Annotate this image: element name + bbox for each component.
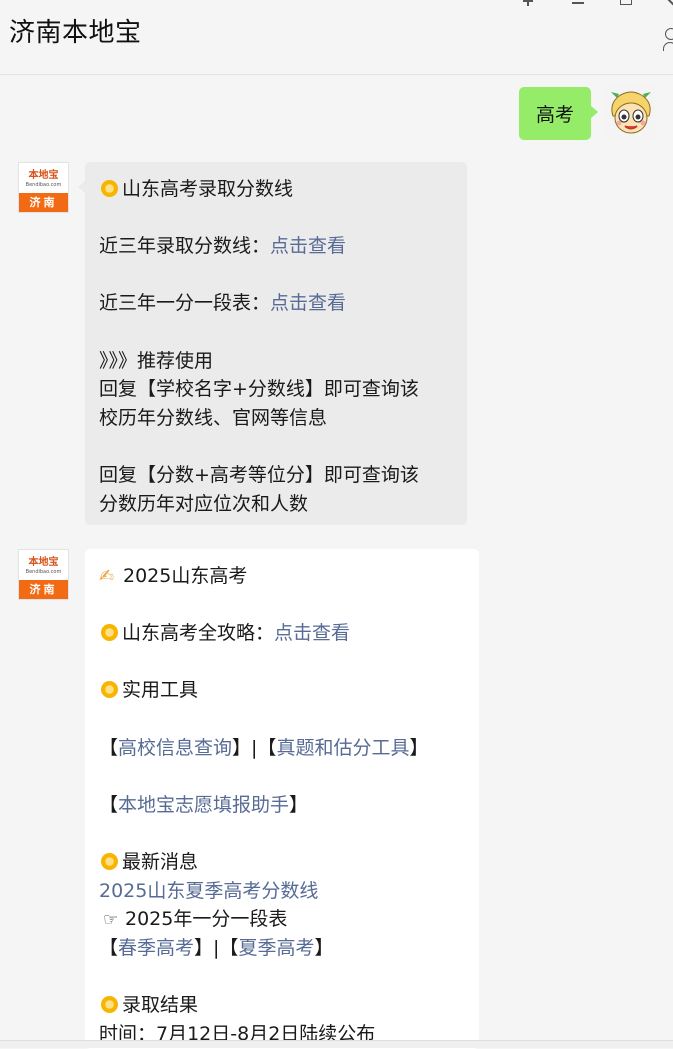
reply-message-1[interactable]: 山东高考录取分数线 近三年录取分数线：点击查看 近三年一分一段表：点击查看 》》…	[78, 162, 467, 525]
message1-ranking-line: 近三年一分一段表：点击查看	[99, 292, 347, 315]
message1-heading: 山东高考录取分数线	[99, 175, 453, 204]
message2-tools-heading: 实用工具	[99, 676, 465, 705]
chat-header: 济南本地宝	[0, 0, 673, 75]
sun-icon	[101, 995, 118, 1013]
chat-title: 济南本地宝	[9, 18, 142, 48]
cartoon-avatar-icon	[605, 86, 657, 138]
message2-season-line: 【春季高考】|【夏季高考】	[99, 936, 334, 959]
official-account-avatar[interactable]: 本地宝 Bendibao.com 济南	[18, 162, 69, 213]
exam-estimate-link[interactable]: 真题和估分工具	[276, 737, 409, 759]
sun-icon	[101, 852, 118, 870]
message2-heading: ✍ 2025山东高考	[99, 562, 465, 591]
logo-city-text: 济南	[19, 580, 68, 599]
message2-tools-line: 【高校信息查询】|【真题和估分工具】	[99, 736, 429, 759]
logo-url-text: Bendibao.com	[25, 182, 62, 188]
maximize-icon[interactable]	[620, 0, 632, 5]
message1-reply1-a: 回复【学校名字+分数线】即可查询该	[99, 378, 419, 401]
user-message-bubble[interactable]: 高考	[518, 87, 599, 140]
user-avatar[interactable]	[605, 86, 657, 138]
logo-url-text: Bendibao.com	[25, 569, 62, 575]
user-message: 高考	[518, 87, 599, 140]
official-account-avatar-2[interactable]: 本地宝 Bendibao.com 济南	[18, 549, 69, 600]
logo-city-text: 济南	[19, 193, 68, 212]
guide-view-link[interactable]: 点击查看	[274, 622, 350, 644]
reply-message-2[interactable]: ✍ 2025山东高考 山东高考全攻略：点击查看 实用工具 【高校信息查询】|【真题…	[85, 549, 479, 1049]
message1-recommend: 》》》推荐使用	[99, 349, 214, 372]
message2-guide-line: 山东高考全攻略：点击查看	[99, 619, 465, 648]
sun-icon	[101, 681, 118, 699]
message1-reply2-a: 回复【分数+高考等位分】即可查询该	[99, 463, 419, 486]
message2-news-item: ☞ 2025年一分一段表	[99, 905, 465, 934]
message2-result-heading: 录取结果	[99, 991, 465, 1020]
ranking-view-link[interactable]: 点击查看	[270, 292, 346, 314]
college-info-link[interactable]: 高校信息查询	[118, 737, 232, 759]
message2-news-heading: 最新消息	[99, 848, 465, 877]
message1-reply1-b: 校历年分数线、官网等信息	[99, 406, 328, 429]
message1-scores-line: 近三年录取分数线：点击查看	[99, 235, 347, 258]
scores-view-link[interactable]: 点击查看	[270, 235, 346, 257]
spring-exam-link[interactable]: 春季高考	[118, 937, 194, 959]
sun-icon	[101, 624, 118, 642]
pin-icon[interactable]	[522, 0, 536, 6]
writing-hand-icon: ✍	[99, 566, 115, 587]
profile-icon[interactable]	[663, 28, 673, 51]
summer-exam-link[interactable]: 夏季高考	[238, 937, 314, 959]
message1-reply2-b: 分数历年对应位次和人数	[99, 492, 309, 515]
sun-icon	[101, 180, 118, 197]
message2-news-link-line: 2025山东夏季高考分数线	[99, 877, 465, 906]
minimize-icon[interactable]	[572, 0, 586, 8]
summer-scores-link[interactable]: 2025山东夏季高考分数线	[99, 880, 318, 902]
close-icon[interactable]	[664, 0, 673, 6]
logo-brand-text: 本地宝	[28, 557, 59, 568]
message2-helper-line: 【本地宝志愿填报助手】	[99, 793, 309, 816]
pointing-hand-icon: ☞	[103, 910, 119, 931]
logo-brand-text: 本地宝	[28, 170, 59, 181]
application-helper-link[interactable]: 本地宝志愿填报助手	[118, 794, 289, 816]
